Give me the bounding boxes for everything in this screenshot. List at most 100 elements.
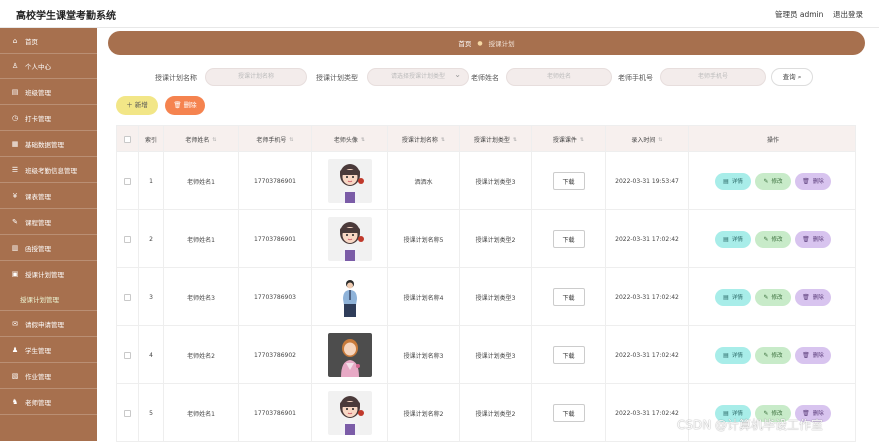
- edit-label: 修改: [771, 237, 783, 243]
- col-label: 老师手机号: [256, 137, 287, 144]
- query-button[interactable]: 查询 ⌕: [771, 68, 813, 86]
- courseware-cell: 下载: [532, 152, 606, 210]
- col-teacher-name[interactable]: 老师姓名 ⇅: [164, 126, 239, 153]
- select-cell: [117, 152, 139, 210]
- sidebar-item-schedule[interactable]: ¥ 课表管理: [0, 183, 97, 209]
- admin-label: 管理员 admin: [775, 10, 824, 19]
- download-button[interactable]: 下载: [552, 404, 585, 422]
- download-button[interactable]: 下载: [552, 288, 585, 306]
- sidebar-item-profile[interactable]: ♙ 个人中心: [0, 53, 97, 79]
- fee-icon: ¥: [12, 191, 18, 200]
- detail-button[interactable]: ▤ 详情: [715, 230, 751, 248]
- teacher-name-input[interactable]: 老师姓名: [506, 68, 612, 86]
- select-all-checkbox[interactable]: [124, 136, 131, 143]
- row-checkbox[interactable]: [124, 351, 131, 359]
- entry-time-cell: 2022-03-31 19:53:47: [606, 152, 689, 210]
- col-plan-type[interactable]: 授课计划类型 ⇅: [460, 126, 532, 153]
- edit-label: 修改: [771, 295, 783, 301]
- trash-icon: 🗑: [802, 293, 810, 301]
- download-button[interactable]: 下载: [552, 172, 585, 190]
- col-label: 授课课件: [552, 137, 577, 144]
- delete-button[interactable]: 🗑 删除: [795, 172, 831, 190]
- sidebar-item-course[interactable]: ✎ 课程管理: [0, 209, 97, 235]
- delete-button[interactable]: 🗑 删除: [795, 346, 831, 364]
- sidebar-subitem-label: 授课计划管理: [20, 295, 59, 304]
- top-bar: 高校学生课堂考勤系统 管理员 admin 退出登录: [0, 0, 879, 28]
- detail-label: 详情: [731, 353, 743, 359]
- woman-dark-avatar: [328, 333, 372, 377]
- entry-time-cell: 2022-03-31 17:02:42: [606, 384, 689, 442]
- teacher-phone-cell: 17703786903: [239, 268, 312, 326]
- col-teacher-phone[interactable]: 老师手机号 ⇅: [239, 126, 312, 153]
- bulk-delete-button[interactable]: 🗑 删除: [165, 96, 205, 115]
- col-teacher-avatar[interactable]: 老师头像 ⇅: [312, 126, 388, 153]
- sidebar-item-label: 班级管理: [25, 88, 51, 97]
- sidebar-item-plan[interactable]: ▣ 授课计划管理: [0, 261, 97, 287]
- entry-time-cell: 2022-03-31 17:02:42: [606, 326, 689, 384]
- row-checkbox[interactable]: [124, 235, 131, 243]
- sort-icon: ⇅: [289, 136, 294, 143]
- index-cell: 3: [139, 268, 164, 326]
- select-cell: [117, 326, 139, 384]
- sidebar-item-label: 函授管理: [25, 244, 51, 253]
- plan-name-input[interactable]: 授课计划名称: [205, 68, 307, 86]
- edit-button[interactable]: ✎ 修改: [755, 172, 791, 190]
- logout-link[interactable]: 退出登录: [833, 9, 863, 20]
- plan-type-select[interactable]: 请选择授课计划类型: [367, 67, 469, 86]
- search-icon: ⌕: [797, 73, 802, 81]
- select-cell: [117, 268, 139, 326]
- teacher-phone-input[interactable]: 老师手机号: [660, 68, 766, 86]
- teacher-name-cell: 老师姓名1: [164, 384, 239, 442]
- download-button[interactable]: 下载: [552, 346, 585, 364]
- clock-icon: ◷: [11, 113, 19, 122]
- download-button[interactable]: 下载: [552, 230, 585, 248]
- row-checkbox[interactable]: [124, 293, 131, 301]
- sidebar-item-teacher[interactable]: ♞ 老师管理: [0, 389, 97, 415]
- sidebar-item-leave[interactable]: ✉ 请假申请管理: [0, 311, 97, 337]
- edit-button[interactable]: ✎ 修改: [755, 288, 791, 306]
- sidebar-item-checkin[interactable]: ◷ 打卡管理: [0, 105, 97, 131]
- course-icon: ✎: [12, 217, 18, 226]
- watermark: CSDN @计算机毕设工作室: [677, 418, 824, 432]
- col-courseware[interactable]: 授课课件 ⇅: [532, 126, 606, 153]
- col-entry-time[interactable]: 录入时间 ⇅: [606, 126, 689, 153]
- sidebar-item-student[interactable]: ♟ 学生管理: [0, 337, 97, 363]
- col-actions: 操作: [689, 126, 857, 153]
- sidebar-item-basic-data[interactable]: ▦ 基础数据管理: [0, 131, 97, 157]
- select-all-cell: [117, 126, 139, 153]
- delete-button[interactable]: 🗑 删除: [795, 230, 831, 248]
- delete-button[interactable]: 🗑 删除: [795, 288, 831, 306]
- detail-button[interactable]: ▤ 详情: [715, 346, 751, 364]
- edit-button[interactable]: ✎ 修改: [755, 346, 791, 364]
- col-label: 授课计划类型: [473, 137, 510, 144]
- row-checkbox[interactable]: [124, 409, 131, 417]
- entry-time-cell: 2022-03-31 17:02:42: [606, 210, 689, 268]
- sidebar-item-home[interactable]: ⌂ 首页: [0, 28, 97, 54]
- plan-type-cell: 授课计划类型3: [460, 326, 532, 384]
- sidebar-item-program[interactable]: ▥ 函授管理: [0, 235, 97, 261]
- table-header: 索引 老师姓名 ⇅ 老师手机号 ⇅ 老师头像 ⇅ 授课计划名称 ⇅ 授课计划类型 ⇅ 授课…: [116, 125, 857, 153]
- col-index[interactable]: 索引: [139, 126, 164, 153]
- delete-label: 删除: [812, 295, 824, 301]
- row-checkbox[interactable]: [124, 177, 131, 185]
- sidebar-item-class[interactable]: ▤ 班级管理: [0, 79, 97, 105]
- teacher-phone-cell: 17703786901: [239, 152, 312, 210]
- col-plan-name[interactable]: 授课计划名称 ⇅: [388, 126, 460, 153]
- home-icon: ⌂: [12, 36, 18, 45]
- sort-icon: ⇅: [360, 136, 366, 143]
- plan-name-cell: 授课计划名称5: [388, 210, 460, 268]
- add-button[interactable]: ＋ 新增: [116, 96, 158, 115]
- detail-button[interactable]: ▤ 详情: [715, 172, 751, 190]
- sidebar-item-attendance[interactable]: ☰ 班级考勤信息管理: [0, 157, 97, 183]
- sidebar-subitem-plan[interactable]: 授课计划管理: [0, 287, 97, 311]
- breadcrumb-home[interactable]: 首页: [458, 38, 471, 48]
- col-label: 老师姓名: [185, 137, 210, 144]
- detail-button[interactable]: ▤ 详情: [715, 288, 751, 306]
- edit-button[interactable]: ✎ 修改: [755, 230, 791, 248]
- trash-icon: 🗑: [802, 235, 810, 243]
- sidebar-item-homework[interactable]: ▧ 作业管理: [0, 363, 97, 389]
- sidebar-item-label: 学生管理: [25, 346, 51, 355]
- sidebar-item-label: 请假申请管理: [25, 320, 64, 329]
- col-label: 授课计划名称: [401, 137, 438, 144]
- table-row: 1 老师姓名1 17703786901 洒洒水 授课计划类型3 下载 2022-03-31 …: [116, 152, 856, 210]
